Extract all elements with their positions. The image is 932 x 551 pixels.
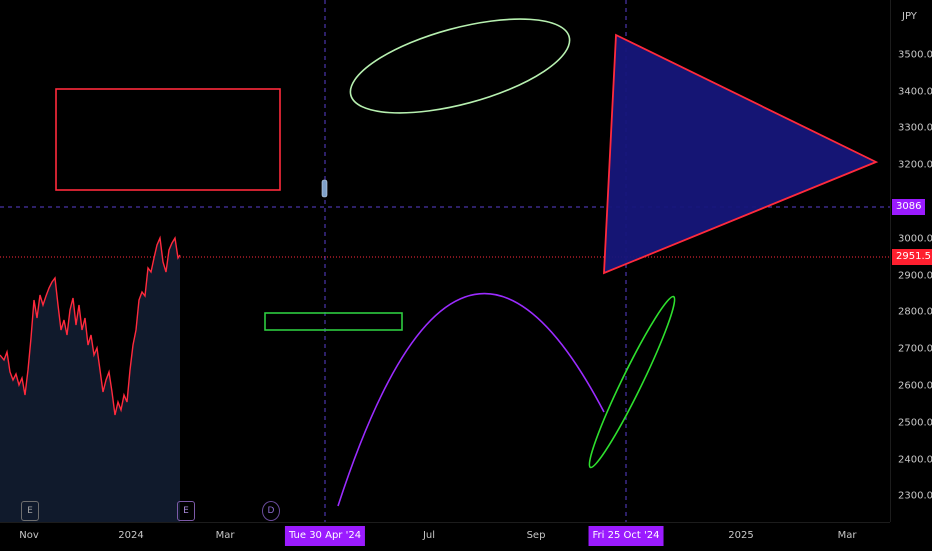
price-tick-label: 3300.0 (898, 122, 932, 134)
time-tick-label: Sep (526, 530, 546, 541)
triangle-drawing[interactable] (603, 33, 879, 275)
price-tick-label: 2400.0 (898, 454, 932, 466)
dividend-icon[interactable]: D (262, 501, 280, 521)
crosshair-date-badge-1: Tue 30 Apr '24 (284, 526, 366, 546)
chart-area[interactable]: JPY 3500.0 3400.0 3300.0 3200.0 3000.0 2900.0… (0, 0, 932, 550)
crosshair-price-badge: 3086 (892, 199, 926, 215)
time-tick-label: 2024 (118, 530, 144, 541)
price-tick-label: 2500.0 (898, 417, 932, 429)
price-tick-label: 2600.0 (898, 380, 932, 392)
green-ellipse-drawing[interactable] (581, 292, 682, 472)
price-tick-label: 2700.0 (898, 343, 932, 355)
currency-label: JPY (902, 11, 917, 22)
price-tick-label: 3200.0 (898, 159, 932, 171)
time-tick-label: 2025 (728, 530, 754, 541)
mint-ellipse-drawing[interactable] (341, 0, 579, 132)
pin-marker-icon[interactable] (321, 179, 328, 198)
price-tick-label: 2900.0 (898, 270, 932, 282)
price-tick-label: 3500.0 (898, 49, 932, 61)
crosshair-date-badge-2: Fri 25 Oct '24 (588, 526, 664, 546)
last-price-badge: 2951.5 (892, 249, 932, 265)
green-rectangle-drawing[interactable] (264, 312, 403, 331)
time-tick-label: Nov (19, 530, 39, 541)
time-tick-label: Jul (422, 530, 436, 541)
time-tick-label: Mar (837, 530, 857, 541)
price-tick-label: 3000.0 (898, 233, 932, 245)
price-tick-label: 2800.0 (898, 306, 932, 318)
earnings-icon[interactable]: E (177, 501, 195, 521)
red-rectangle-drawing[interactable] (55, 88, 281, 191)
price-tick-label: 2300.0 (898, 490, 932, 502)
time-tick-label: Mar (215, 530, 235, 541)
arc-drawing[interactable] (337, 292, 605, 507)
earnings-icon[interactable]: E (21, 501, 39, 521)
price-tick-label: 3400.0 (898, 86, 932, 98)
chart-canvas[interactable] (0, 0, 932, 550)
